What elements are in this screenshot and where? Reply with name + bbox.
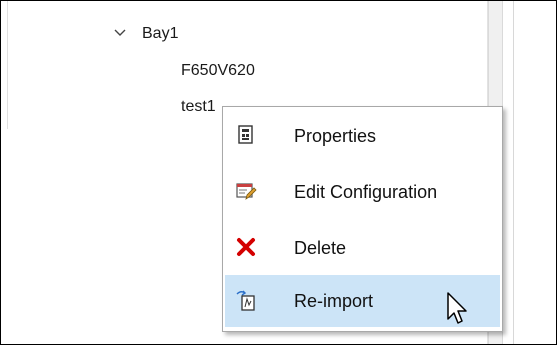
chevron-down-icon[interactable] [113,28,127,38]
tree-divider [7,1,8,129]
window-frame: Bay1 F650V620 test1 Properties Edit Conf… [0,0,557,345]
properties-icon [238,125,253,144]
menu-item-properties[interactable]: Properties [225,110,500,162]
delete-icon [237,238,255,256]
mouse-cursor-icon [447,292,467,324]
menu-item-edit-configuration[interactable]: Edit Configuration [225,166,500,218]
tree-node-bay1[interactable]: Bay1 [142,24,178,44]
menu-item-label: Properties [294,126,377,146]
menu-item-label: Delete [294,238,347,258]
panel-divider [513,1,514,344]
menu-item-label: Re-import [294,291,374,311]
right-panel [503,1,556,344]
menu-item-delete[interactable]: Delete [225,222,500,274]
tree-node-f650v620[interactable]: F650V620 [181,61,255,81]
tree-node-test1[interactable]: test1 [181,97,216,117]
menu-item-label: Edit Configuration [294,182,438,202]
reimport-icon [236,290,255,311]
edit-configuration-icon [236,183,257,200]
